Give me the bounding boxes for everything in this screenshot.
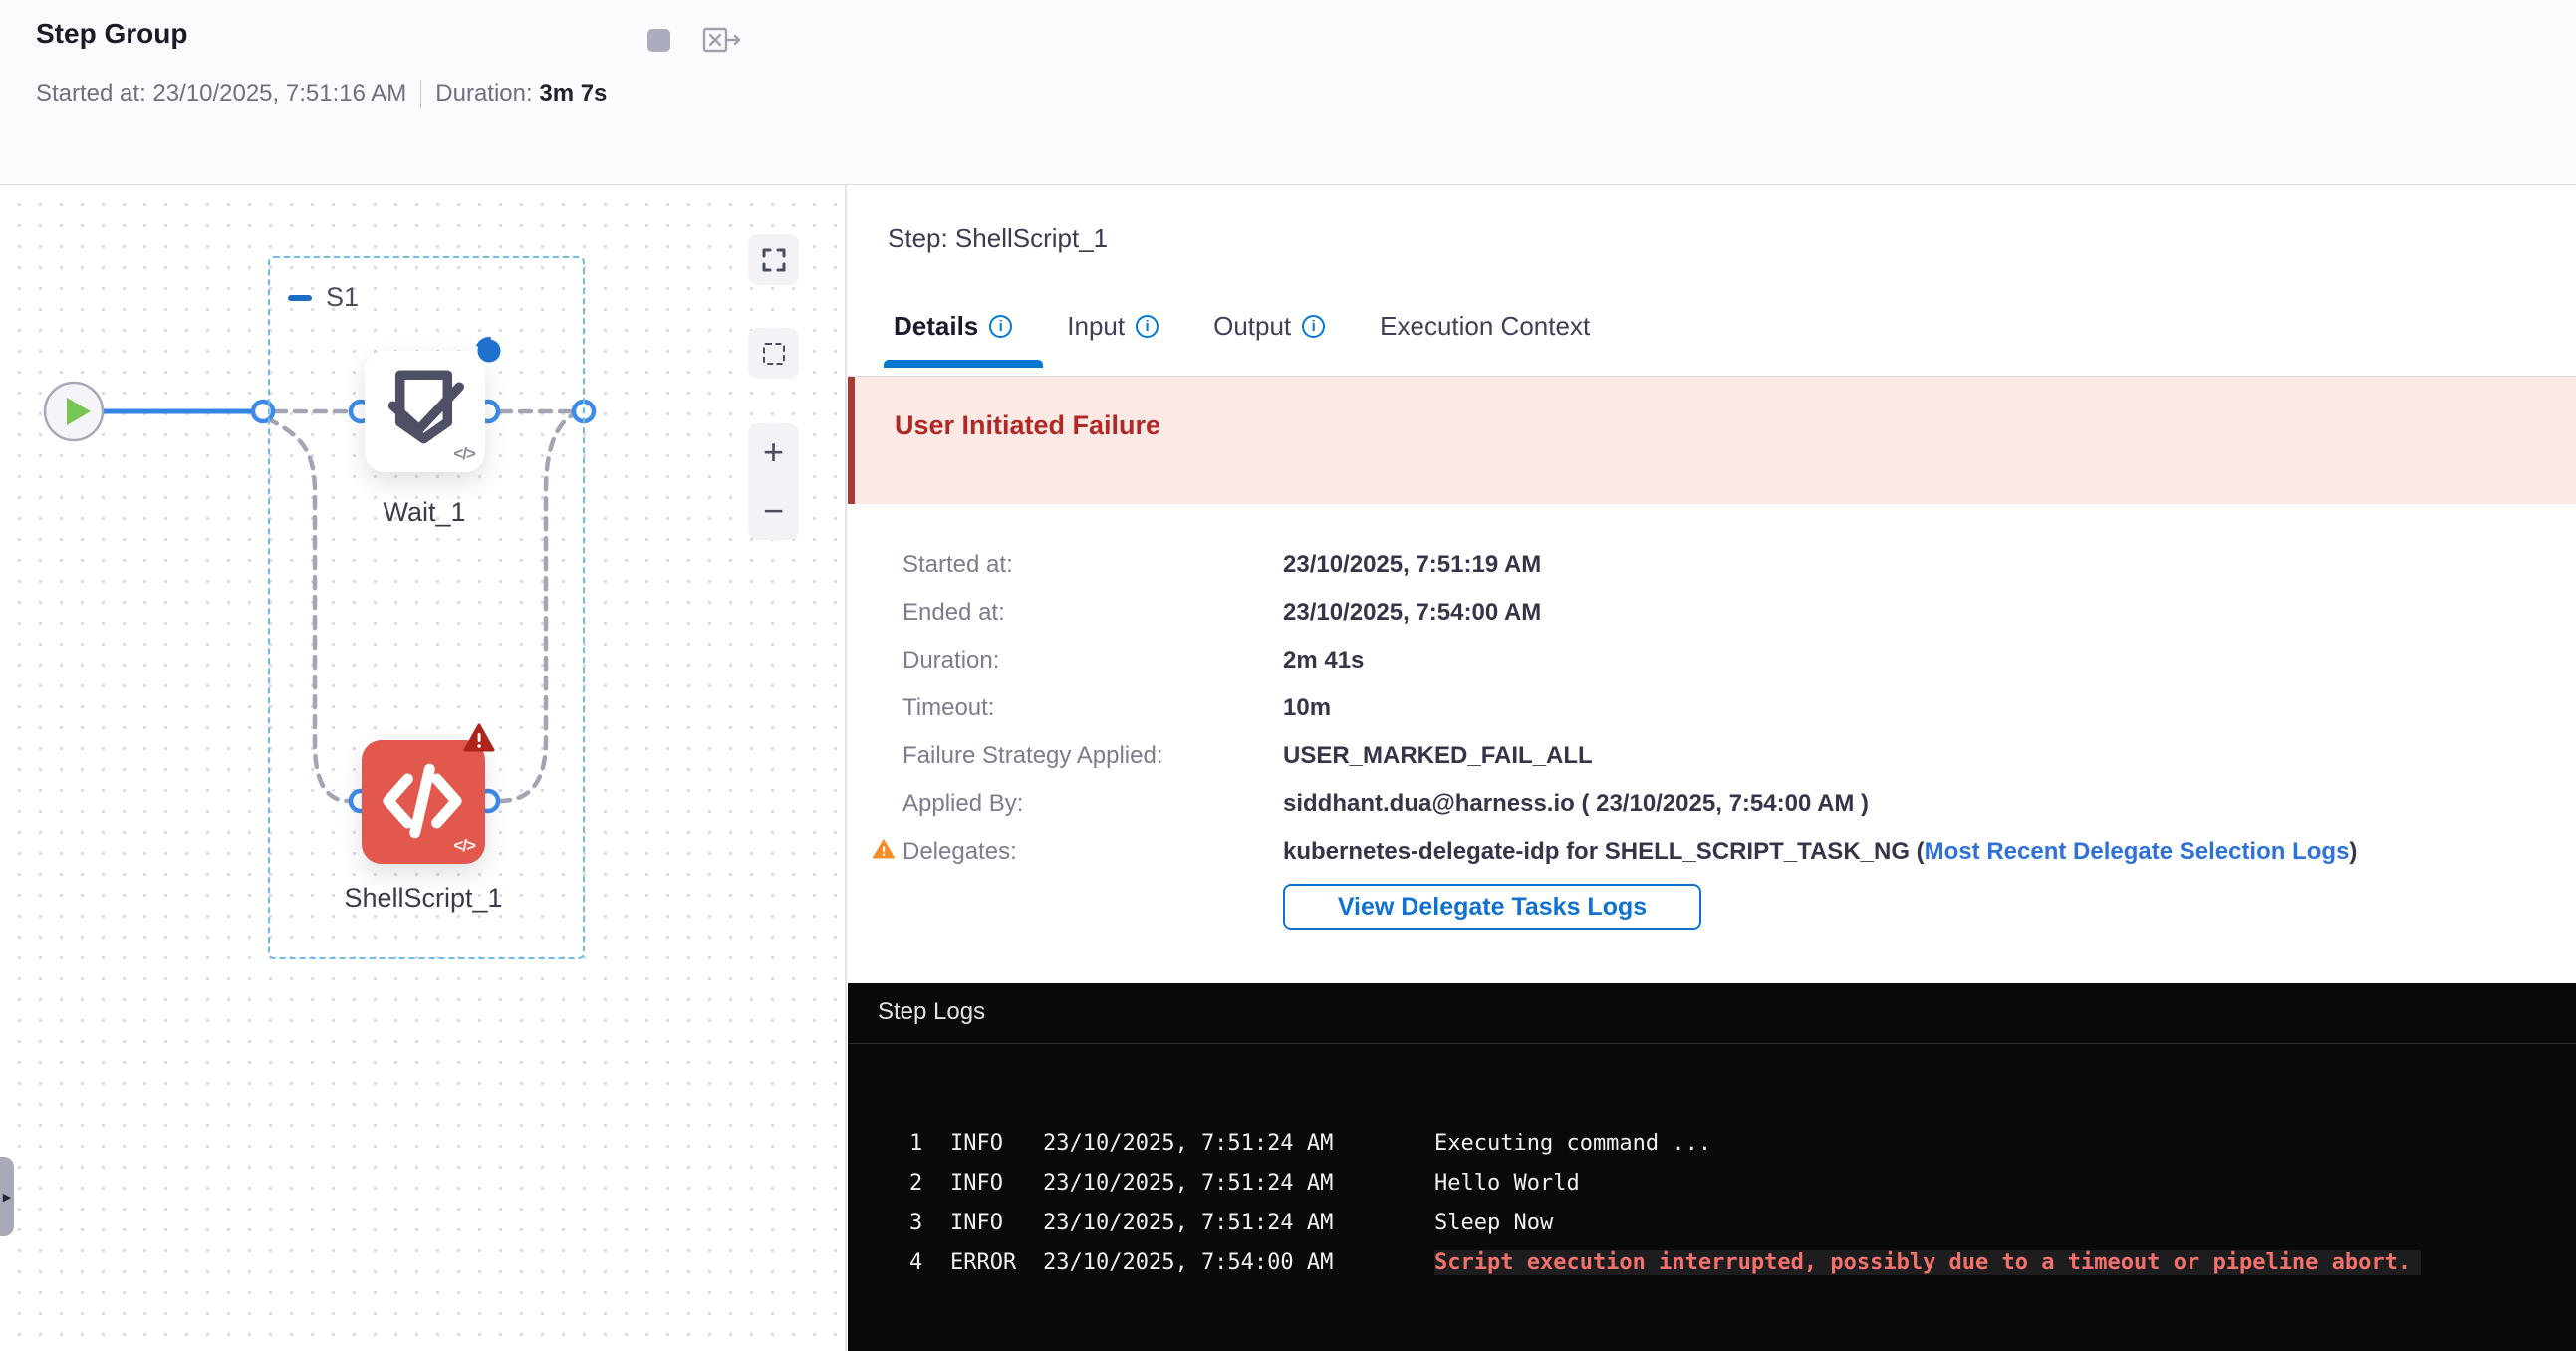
meta-divider xyxy=(420,80,421,108)
fullscreen-button[interactable] xyxy=(748,234,799,285)
detail-row: Ended at: 23/10/2025, 7:54:00 AM xyxy=(902,589,2496,637)
log-line: 1INFO23/10/2025, 7:51:24 AMExecuting com… xyxy=(909,1123,2560,1163)
code-glyph-icon: </> xyxy=(453,444,475,464)
running-spinner-icon xyxy=(473,335,505,367)
active-tab-indicator xyxy=(884,360,1043,368)
step-logs-header: Step Logs xyxy=(848,983,2576,1043)
failed-warning-icon xyxy=(463,723,495,753)
started-at-text: Started at: 23/10/2025, 7:51:16 AM xyxy=(36,80,406,108)
node-label-wait-1: Wait_1 xyxy=(295,497,554,528)
step-logs-console[interactable]: Step Logs 1INFO23/10/2025, 7:51:24 AMExe… xyxy=(848,983,2576,1351)
detail-row-delegates: Delegates: kubernetes-delegate-idp for S… xyxy=(902,828,2496,876)
page-title: Step Group xyxy=(36,18,187,50)
detail-row: Started at: 23/10/2025, 7:51:19 AM xyxy=(902,541,2496,589)
duration-text: Duration: 3m 7s xyxy=(435,80,607,108)
detail-row: Timeout: 10m xyxy=(902,684,2496,732)
node-wait-1[interactable]: </> xyxy=(365,351,485,472)
detail-row: Duration: 2m 41s xyxy=(902,637,2496,684)
node-label-shellscript-1: ShellScript_1 xyxy=(294,883,553,914)
step-group-header: Step Group Started at: 23/10/2025, 7:51:… xyxy=(0,0,2576,185)
tab-execution-context[interactable]: Execution Context xyxy=(1380,311,1590,342)
panel-divider xyxy=(845,185,847,1351)
console-divider xyxy=(848,1043,2576,1044)
detail-row: Failure Strategy Applied: USER_MARKED_FA… xyxy=(902,732,2496,780)
marquee-icon xyxy=(763,343,785,365)
collapse-icon[interactable] xyxy=(288,295,312,301)
pipeline-canvas[interactable]: S1 </> Wait_1 </> xyxy=(0,185,845,1351)
drawer-expand-handle[interactable]: ▶ xyxy=(0,1157,14,1236)
log-line: 2INFO23/10/2025, 7:51:24 AMHello World xyxy=(909,1163,2560,1203)
zoom-in-button[interactable]: + xyxy=(748,423,799,482)
node-shellscript-1[interactable]: </> xyxy=(362,740,485,864)
failure-banner-text: User Initiated Failure xyxy=(895,410,1160,441)
step-logs-title: Step Logs xyxy=(878,998,985,1026)
chevron-right-icon: ▶ xyxy=(3,1191,11,1204)
info-icon[interactable]: i xyxy=(989,315,1012,338)
info-icon[interactable]: i xyxy=(1302,315,1325,338)
fullscreen-icon xyxy=(760,246,788,274)
harness-step-group-execution-view: Step Group Started at: 23/10/2025, 7:51:… xyxy=(0,0,2576,1351)
stop-icon[interactable] xyxy=(647,29,670,52)
tab-output[interactable]: Output i xyxy=(1213,311,1325,342)
view-delegate-tasks-logs-button[interactable]: View Delegate Tasks Logs xyxy=(1283,884,1701,930)
step-title: Step: ShellScript_1 xyxy=(888,223,1108,254)
tab-details[interactable]: Details i xyxy=(894,311,1012,342)
details-list: Started at: 23/10/2025, 7:51:19 AM Ended… xyxy=(902,541,2496,876)
log-lines: 1INFO23/10/2025, 7:51:24 AMExecuting com… xyxy=(909,1123,2560,1282)
info-icon[interactable]: i xyxy=(1136,315,1159,338)
delegate-warning-icon xyxy=(872,838,896,860)
log-line-error: 4ERROR23/10/2025, 7:54:00 AMScript execu… xyxy=(909,1242,2560,1282)
failure-banner: User Initiated Failure xyxy=(848,377,2576,504)
log-line: 3INFO23/10/2025, 7:51:24 AMSleep Now xyxy=(909,1203,2560,1242)
step-details-panel: Step: ShellScript_1 Details i Input i Ou… xyxy=(848,185,2576,1351)
step-group-name: S1 xyxy=(326,282,359,313)
tab-input[interactable]: Input i xyxy=(1067,311,1159,342)
abort-export-icon[interactable] xyxy=(702,24,742,56)
zoom-controls: + − xyxy=(748,423,799,540)
detail-row: Applied By: siddhant.dua@harness.io ( 23… xyxy=(902,780,2496,828)
step-group-label[interactable]: S1 xyxy=(288,282,359,313)
delegate-selection-logs-link[interactable]: Most Recent Delegate Selection Logs xyxy=(1925,838,2350,865)
marquee-select-button[interactable] xyxy=(748,328,799,379)
zoom-out-button[interactable]: − xyxy=(748,482,799,541)
code-glyph-icon: </> xyxy=(453,836,475,856)
tab-bar: Details i Input i Output i Execution Con… xyxy=(894,311,1590,342)
execution-meta: Started at: 23/10/2025, 7:51:16 AM Durat… xyxy=(36,80,607,108)
